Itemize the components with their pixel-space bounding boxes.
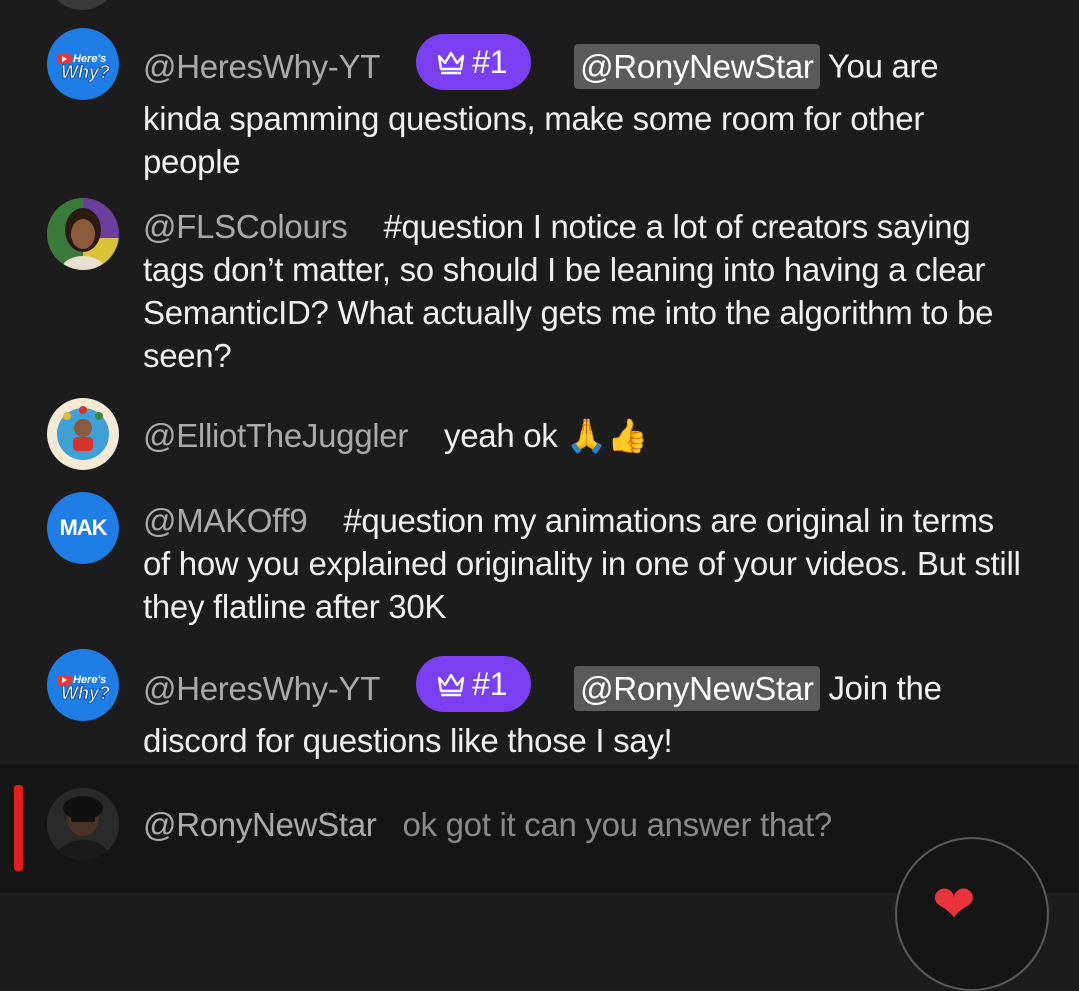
user-photo-icon xyxy=(47,198,119,270)
heres-why-logo-icon: Here's Why? xyxy=(57,53,110,82)
author-name[interactable]: @FLSColours xyxy=(143,208,348,245)
message-body: @HeresWhy-YT #1 @RonyNewStar You are kinda… xyxy=(143,34,1023,183)
avatar[interactable]: MAK xyxy=(47,492,119,564)
mention[interactable]: @RonyNewStar xyxy=(574,43,820,89)
rank-badge: #1 xyxy=(416,34,532,90)
author-name[interactable]: @HeresWhy-YT xyxy=(143,48,380,85)
message-text: yeah ok 🙏👍 xyxy=(444,417,648,454)
highlight-bar xyxy=(14,785,23,871)
input-text[interactable]: ok got it can you answer that? xyxy=(402,806,832,843)
current-user-avatar[interactable] xyxy=(47,788,119,860)
author-name[interactable]: @MAKOff9 xyxy=(143,502,308,539)
previous-avatar[interactable] xyxy=(46,0,118,10)
author-name[interactable]: @HeresWhy-YT xyxy=(143,670,380,707)
svg-text:Why?: Why? xyxy=(61,683,110,703)
avatar[interactable] xyxy=(47,398,119,470)
crown-icon xyxy=(437,51,465,74)
rank-badge: #1 xyxy=(416,656,532,712)
svg-text:Why?: Why? xyxy=(61,62,110,82)
mention[interactable]: @RonyNewStar xyxy=(574,665,820,711)
reaction-button[interactable]: ❤ xyxy=(895,837,1049,991)
input-author: @RonyNewStar xyxy=(143,806,377,843)
avatar[interactable] xyxy=(47,198,119,270)
heart-icon: ❤ xyxy=(932,876,976,934)
avatar[interactable]: Here's Why? xyxy=(47,28,119,100)
chat-input[interactable]: @RonyNewStar ok got it can you answer tha… xyxy=(143,803,1023,846)
badge-label: #1 xyxy=(472,44,508,80)
heres-why-logo-icon: Here's Why? xyxy=(57,674,110,703)
message-body: @ElliotTheJuggler yeah ok 🙏👍 xyxy=(143,414,1023,457)
message-body: @FLSColours #question I notice a lot of c… xyxy=(143,205,1023,377)
badge-label: #1 xyxy=(472,666,508,702)
avatar-label: MAK xyxy=(59,515,107,540)
juggler-logo-icon xyxy=(49,400,117,468)
author-name[interactable]: @ElliotTheJuggler xyxy=(143,417,408,454)
user-photo-icon xyxy=(47,788,119,860)
message-body: @HeresWhy-YT #1 @RonyNewStar Join the disc… xyxy=(143,656,1023,762)
message-body: @MAKOff9 #question my animations are orig… xyxy=(143,499,1023,628)
crown-icon xyxy=(437,673,465,696)
avatar[interactable]: Here's Why? xyxy=(47,649,119,721)
